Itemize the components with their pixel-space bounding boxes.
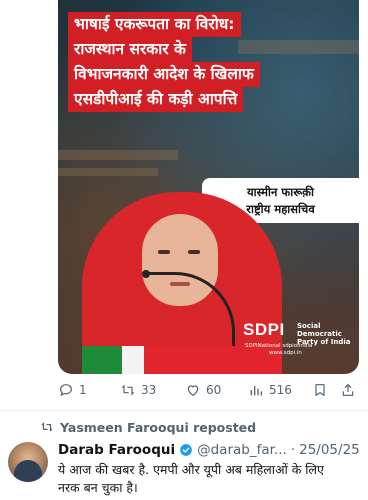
bookmark-button[interactable] bbox=[312, 382, 328, 398]
reply-count: 1 bbox=[79, 383, 87, 397]
logo-website: www.sdpi.in bbox=[269, 350, 302, 356]
podium-flag-green bbox=[82, 346, 122, 374]
logo-handle-text: SDPINational sdpiofindia bbox=[245, 343, 313, 349]
background-decoration bbox=[58, 150, 178, 160]
views-icon bbox=[250, 386, 262, 396]
logo-sub-line: Democratic bbox=[297, 330, 342, 338]
logo-handles: SDPINational sdpiofindia www.sdpi.in bbox=[245, 343, 312, 357]
headline-line: एसडीपीआई की कड़ी आपत्ति bbox=[68, 87, 244, 112]
avatar[interactable] bbox=[8, 442, 48, 482]
tweet-text-line: ये आज की खबर है. एमपी और यूपी अब महिलाओं… bbox=[58, 462, 324, 477]
separator-dot: · bbox=[290, 442, 296, 458]
heart-icon bbox=[187, 385, 199, 397]
tweet-actions: 1 33 60 516 bbox=[58, 380, 358, 402]
like-count: 60 bbox=[206, 383, 222, 397]
like-button[interactable]: 60 bbox=[185, 382, 221, 398]
tweet-image[interactable]: भाषाई एकरूपता का विरोध: राजस्थान सरकार क… bbox=[58, 0, 359, 374]
tweet-header: Darab Farooqui @darab_far... · 25/05/25 bbox=[58, 440, 363, 460]
sdpi-logo: SDPI Social Democratic Party of India SD… bbox=[243, 316, 351, 360]
reply-button[interactable]: 1 bbox=[58, 382, 87, 398]
repost-icon bbox=[41, 422, 53, 432]
author-handle[interactable]: @darab_far... bbox=[197, 442, 287, 458]
repost-count: 33 bbox=[141, 383, 157, 397]
repost-icon bbox=[122, 384, 134, 396]
background-decoration bbox=[58, 168, 158, 176]
microphone-icon bbox=[142, 270, 150, 278]
bookmark-icon bbox=[315, 384, 325, 396]
views-count: 516 bbox=[269, 383, 292, 397]
headline: भाषाई एकरूपता का विरोध: राजस्थान सरकार क… bbox=[68, 12, 316, 112]
tweet-text-line: नरक बन चुका है। bbox=[58, 480, 138, 495]
logo-sub-line: Social bbox=[297, 322, 321, 330]
headline-line: राजस्थान सरकार के bbox=[68, 37, 192, 62]
tweet-divider bbox=[0, 410, 368, 411]
tweet-text: ये आज की खबर है. एमपी और यूपी अब महिलाओं… bbox=[58, 461, 363, 497]
podium-flag-white bbox=[122, 346, 144, 374]
views-button[interactable]: 516 bbox=[248, 382, 292, 398]
repost-indicator[interactable]: Yasmeen Farooqui reposted bbox=[40, 418, 256, 436]
author-name[interactable]: Darab Farooqui bbox=[58, 442, 175, 458]
tweet-date[interactable]: 25/05/25 bbox=[299, 442, 360, 458]
eye bbox=[158, 250, 170, 254]
avatar-figure bbox=[14, 460, 42, 482]
repost-button[interactable]: 33 bbox=[120, 382, 156, 398]
eye bbox=[188, 250, 200, 254]
share-button[interactable] bbox=[340, 382, 356, 398]
reply-icon bbox=[60, 384, 72, 397]
verified-badge-icon bbox=[180, 444, 192, 456]
logo-main: SDPI bbox=[243, 320, 285, 339]
headline-line: विभाजनकारी आदेश के खिलाफ bbox=[68, 62, 260, 87]
share-icon bbox=[342, 384, 354, 396]
repost-label: Yasmeen Farooqui reposted bbox=[60, 419, 257, 435]
headline-line: भाषाई एकरूपता का विरोध: bbox=[68, 12, 241, 37]
